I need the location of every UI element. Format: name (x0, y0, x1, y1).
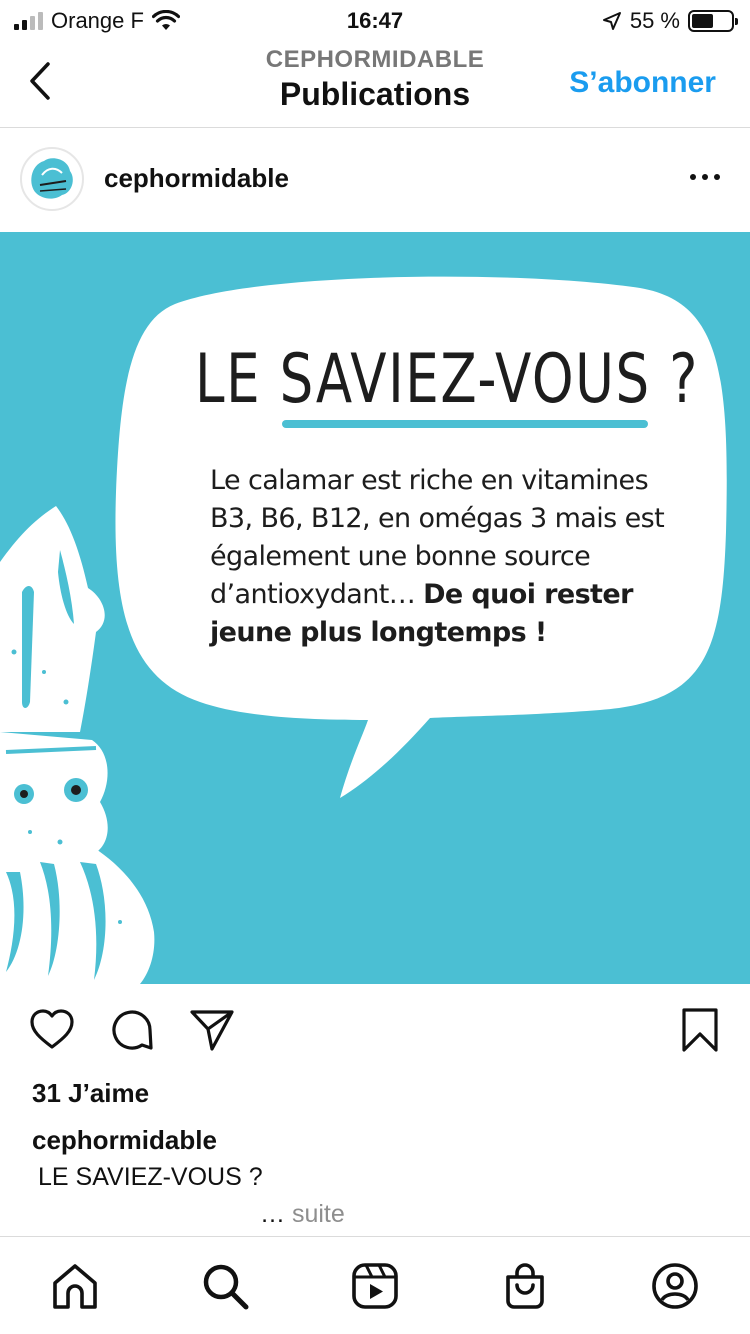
heart-icon[interactable] (28, 1006, 76, 1054)
post-header: cephormidable (0, 129, 750, 231)
likes-count[interactable]: 31 J’aime (32, 1078, 149, 1109)
home-icon[interactable] (50, 1261, 100, 1311)
reels-icon[interactable] (350, 1261, 400, 1311)
shop-icon[interactable] (500, 1261, 550, 1311)
battery-icon (688, 10, 738, 32)
post-actions (0, 996, 750, 1066)
battery-percent: 55 % (629, 8, 680, 33)
location-arrow-icon (602, 12, 621, 30)
comment-icon[interactable] (108, 1006, 156, 1054)
post-image[interactable]: LE SAVIEZ-VOUS ? Le calamar est riche en… (0, 232, 750, 984)
avatar[interactable] (20, 147, 84, 211)
caption-text: LE SAVIEZ-VOUS ? (38, 1163, 263, 1191)
headline-underline (282, 420, 648, 428)
post-username[interactable]: cephormidable (104, 163, 289, 194)
more-dots: … (260, 1200, 285, 1228)
follow-button[interactable]: S’abonner (569, 66, 716, 100)
status-bar: Orange F 16:47 55 % (0, 0, 750, 42)
battery-fill (692, 14, 713, 28)
caption-username[interactable]: cephormidable (32, 1125, 217, 1156)
bookmark-icon[interactable] (676, 1006, 724, 1054)
more-label: suite (291, 1200, 345, 1228)
avatar-logo (31, 158, 73, 199)
tab-bar (0, 1236, 750, 1334)
more-dots-icon[interactable] (688, 165, 722, 189)
status-right: 55 % (602, 8, 738, 34)
bubble-text: Le calamar est riche en vitamines B3, B6… (210, 462, 670, 652)
search-icon[interactable] (200, 1261, 250, 1311)
more-link[interactable]: … suite (260, 1200, 345, 1229)
share-icon[interactable] (188, 1006, 236, 1054)
profile-icon[interactable] (650, 1261, 700, 1311)
nav-header: CEPHORMIDABLE Publications S’abonner (0, 42, 750, 128)
headline: LE SAVIEZ-VOUS ? (195, 340, 699, 419)
